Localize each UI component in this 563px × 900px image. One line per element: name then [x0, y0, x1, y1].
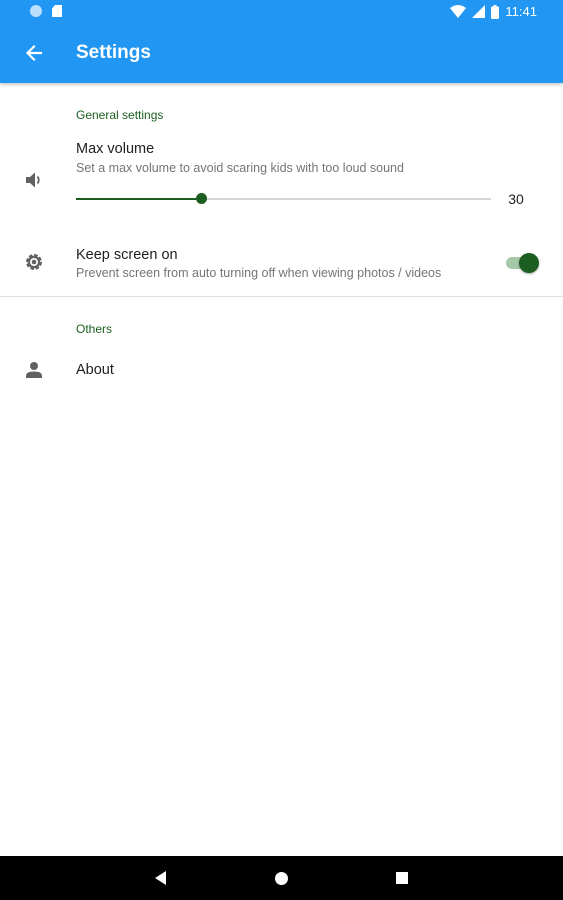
max-volume-title: Max volume — [76, 141, 155, 157]
max-volume-value: 30 — [508, 191, 524, 207]
battery-icon — [491, 4, 500, 19]
wifi-icon — [450, 4, 467, 18]
sd-card-icon — [52, 5, 62, 17]
section-header-general: General settings — [76, 108, 164, 122]
status-time: 11:41 — [505, 4, 537, 19]
app-bar: Settings — [0, 24, 563, 83]
navigation-bar — [0, 856, 563, 900]
back-arrow-icon[interactable] — [24, 43, 44, 63]
about-item[interactable]: About — [76, 362, 114, 378]
section-divider — [0, 296, 563, 297]
nav-home-icon[interactable] — [275, 872, 288, 885]
gear-icon — [26, 254, 42, 270]
nav-back-icon[interactable] — [155, 871, 166, 885]
volume-icon — [26, 172, 40, 188]
section-header-others: Others — [76, 322, 113, 336]
status-notifications — [30, 5, 62, 17]
nav-recents-icon[interactable] — [396, 872, 408, 884]
slider-fill — [76, 198, 201, 200]
status-bar: 11:41 — [0, 0, 563, 24]
page-title: Settings — [76, 42, 151, 63]
signal-icon — [472, 5, 486, 18]
person-icon — [26, 362, 42, 378]
max-volume-summary: Set a max volume to avoid scaring kids w… — [76, 161, 404, 175]
switch-thumb — [519, 253, 539, 273]
notification-dot-icon — [30, 5, 42, 17]
keep-screen-on-switch[interactable] — [506, 252, 540, 274]
keep-screen-on-summary: Prevent screen from auto turning off whe… — [76, 266, 442, 280]
keep-screen-on-title: Keep screen on — [76, 247, 178, 263]
slider-thumb[interactable] — [195, 193, 207, 204]
max-volume-slider[interactable] — [76, 189, 491, 209]
status-system-icons: 11:41 — [450, 4, 537, 19]
